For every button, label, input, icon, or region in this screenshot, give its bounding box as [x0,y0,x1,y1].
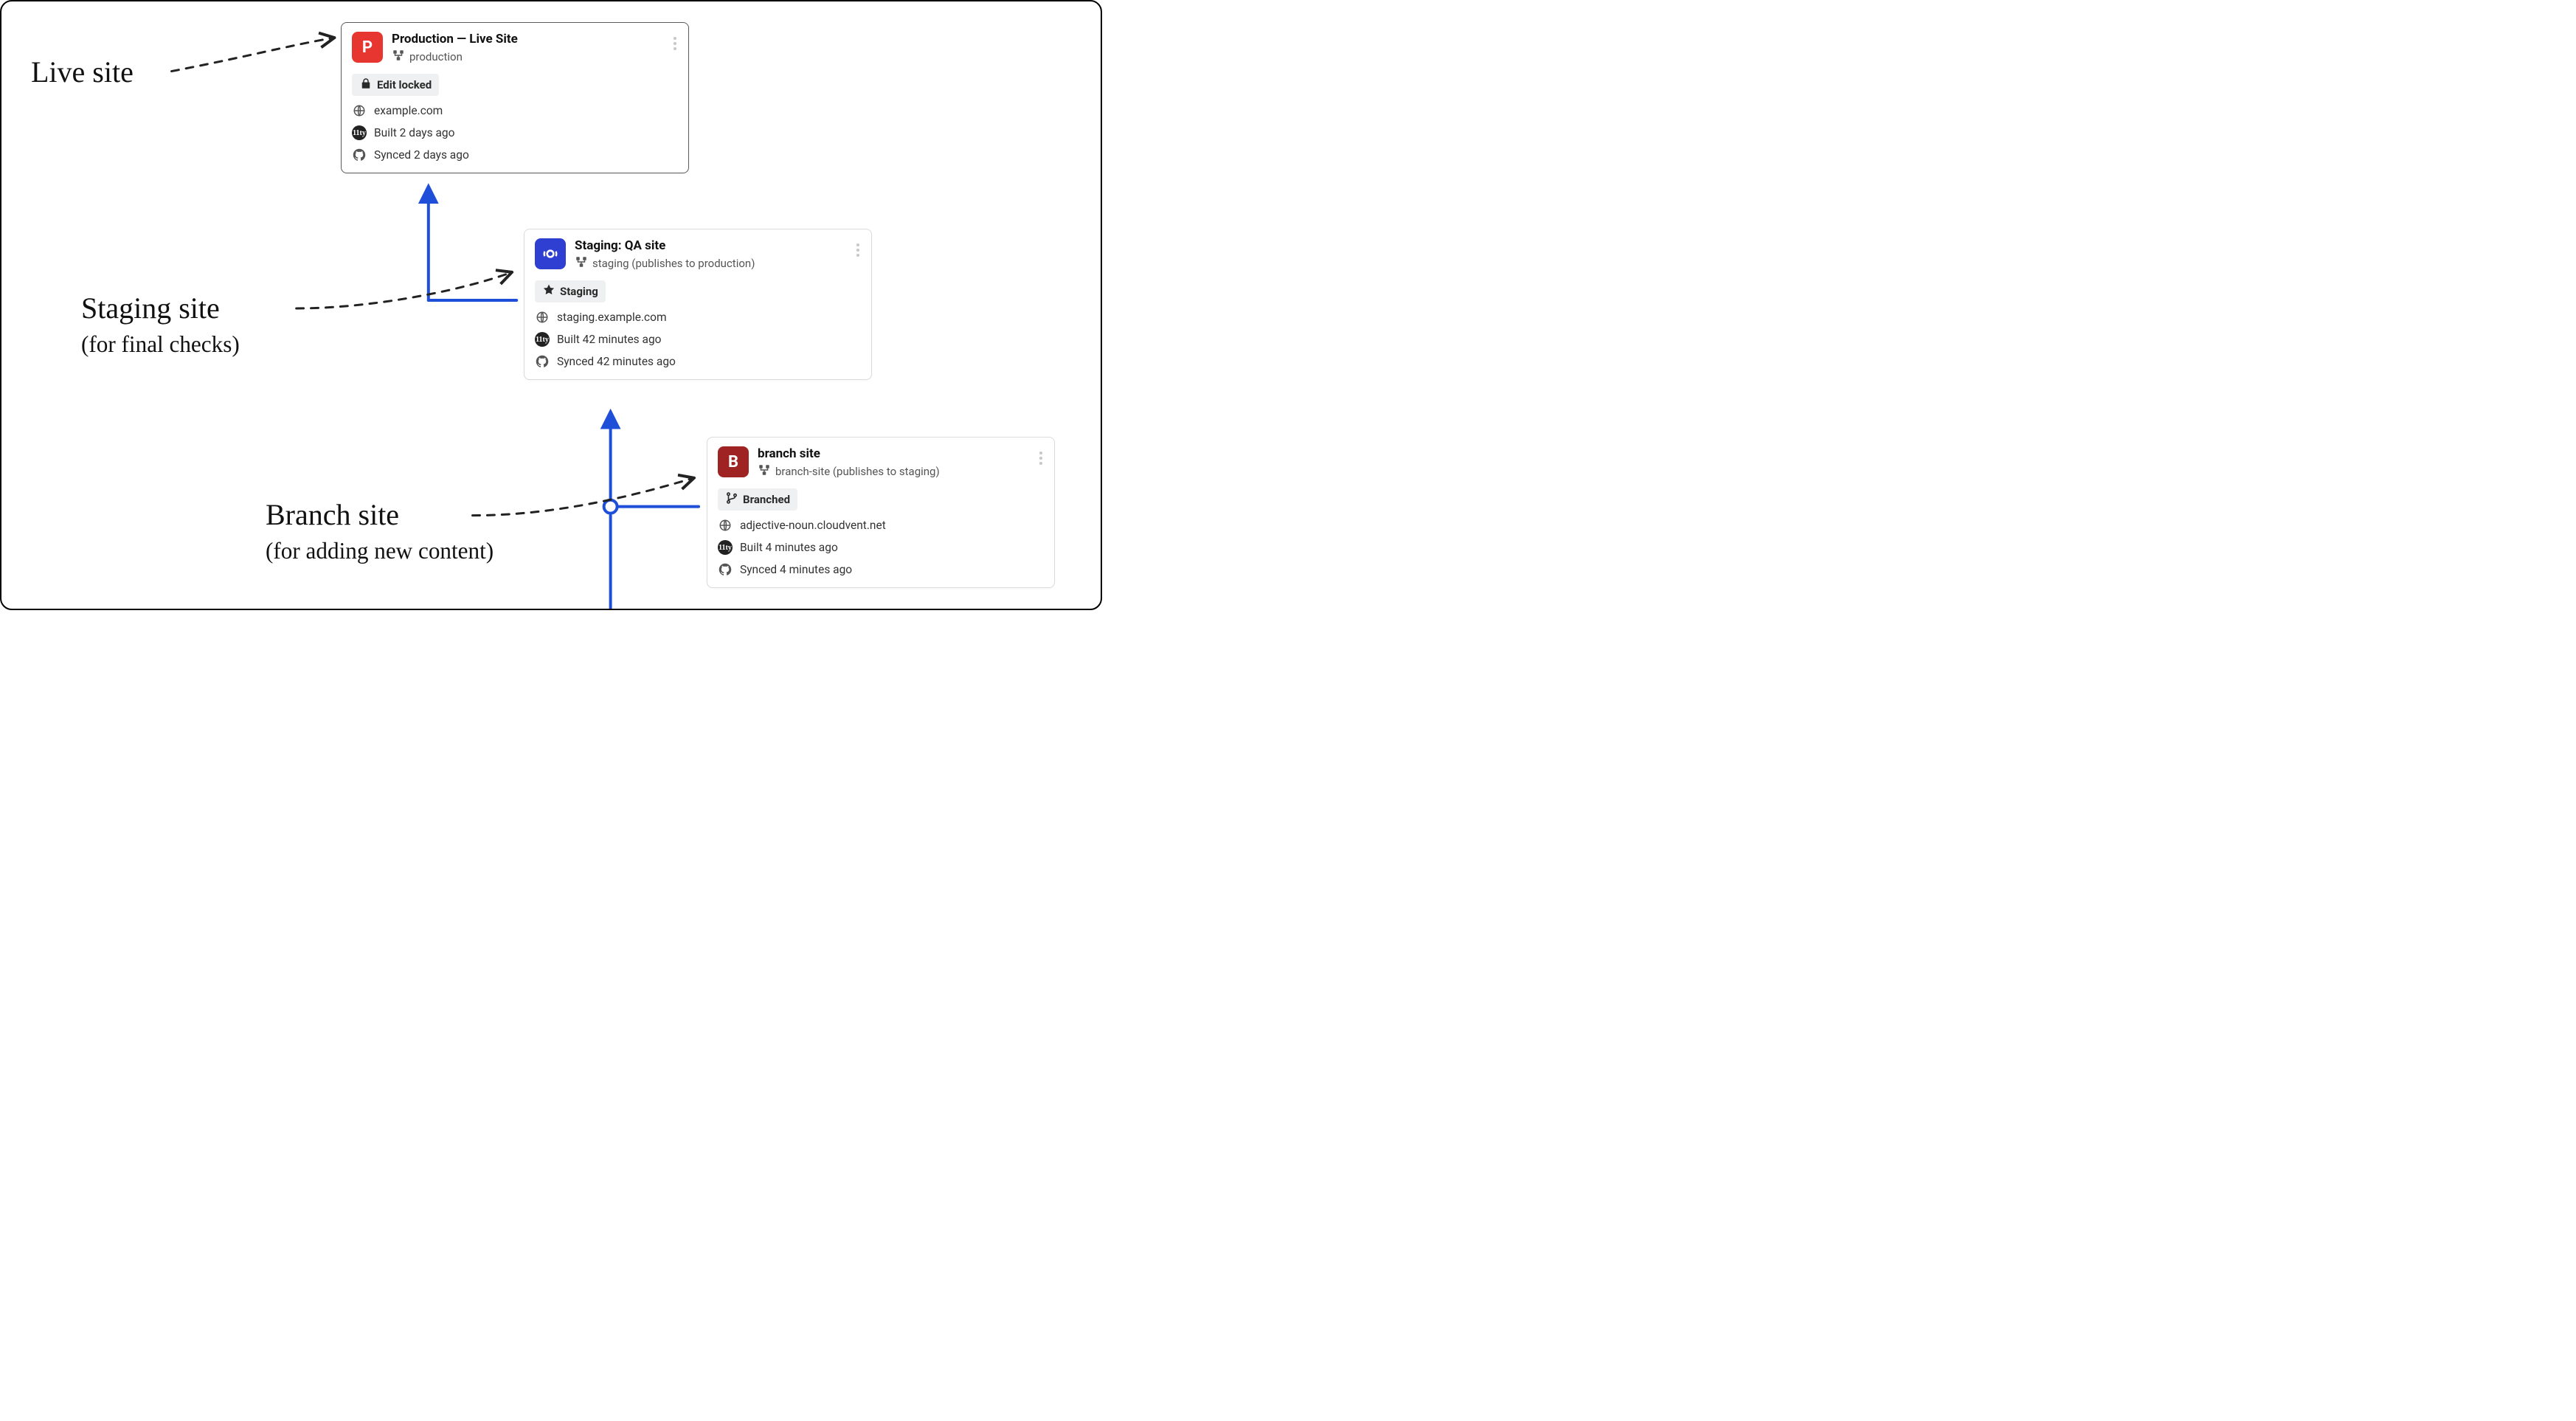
status-tag: Staging [535,280,606,302]
label-branch-sub: (for adding new content) [266,537,494,564]
diagram-stage: Live site Staging site (for final checks… [1,1,1101,609]
label-staging-sub: (for final checks) [81,331,240,358]
card-branch[interactable]: B branch site branch-site (publishes to … [707,437,1055,588]
card-staging[interactable]: Staging: QA site staging (publishes to p… [524,229,872,380]
label-live-title: Live site [31,55,134,89]
github-icon [352,148,367,162]
eleventy-icon: 11ty [352,125,367,140]
globe-icon [352,103,367,118]
label-branch: Branch site (for adding new content) [266,497,494,564]
domain-row: adjective-noun.cloudvent.net [718,518,1044,533]
synced-row: Synced 42 minutes ago [535,354,861,369]
kebab-menu[interactable] [669,30,681,57]
globe-icon [718,518,733,533]
status-tag: Edit locked [352,74,439,96]
domain-row: example.com [352,103,678,118]
built-row: 11ty Built 2 days ago [352,125,678,140]
star-icon [542,283,555,300]
app-badge: B [718,446,749,477]
github-icon [535,354,550,369]
label-branch-title: Branch site [266,498,399,531]
label-staging: Staging site (for final checks) [81,291,240,358]
built-row: 11ty Built 4 minutes ago [718,540,1044,555]
branch-line: branch-site (publishes to staging) [758,463,940,480]
branch-line: production [392,49,518,65]
built-row: 11ty Built 42 minutes ago [535,332,861,347]
synced-row: Synced 4 minutes ago [718,562,1044,577]
synced-row: Synced 2 days ago [352,148,678,162]
github-icon [718,562,733,577]
eleventy-icon: 11ty [718,540,733,555]
card-title: branch site [758,446,940,461]
branch-name: branch-site (publishes to staging) [775,465,940,478]
branch-icon [575,255,588,272]
branch-name: production [409,50,463,63]
label-staging-title: Staging site [81,291,220,325]
eleventy-icon: 11ty [535,332,550,347]
app-badge: P [352,32,383,63]
status-tag: Branched [718,488,797,511]
domain-row: staging.example.com [535,310,861,325]
app-badge [535,238,566,269]
branch-icon [758,463,771,480]
card-title: Staging: QA site [575,238,755,253]
kebab-menu[interactable] [852,237,864,263]
kebab-menu[interactable] [1035,445,1047,471]
branch-name: staging (publishes to production) [592,257,755,270]
card-production[interactable]: P Production — Live Site production Edit… [341,22,689,173]
git-branch-icon [725,491,738,508]
lock-icon [359,77,373,93]
globe-icon [535,310,550,325]
branch-icon [392,49,405,65]
card-title: Production — Live Site [392,32,518,46]
branch-line: staging (publishes to production) [575,255,755,272]
label-live: Live site [31,55,134,90]
